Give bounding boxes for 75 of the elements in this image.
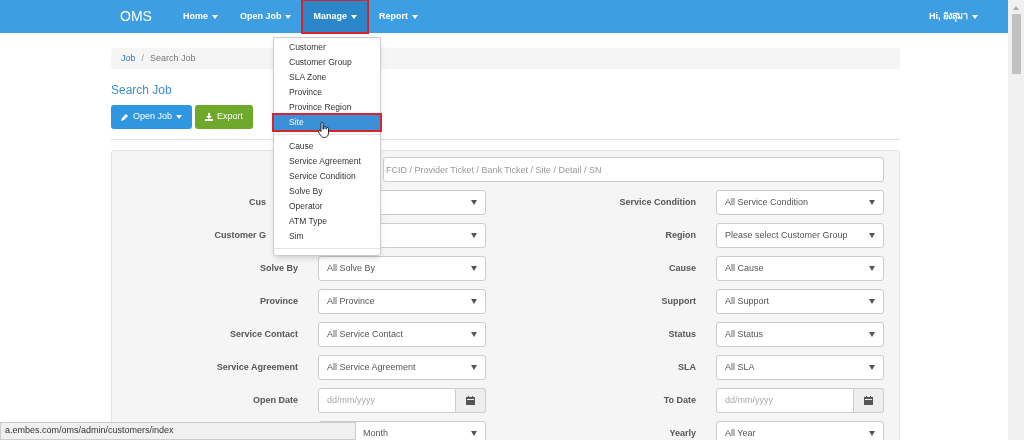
- menu-item[interactable]: Province: [274, 85, 380, 100]
- field-label: Service Agreement: [216, 360, 298, 374]
- date-field[interactable]: dd/mm/yyyy: [716, 388, 854, 413]
- field-label: Status: [668, 327, 696, 341]
- dropdown-arrow-icon: [869, 332, 875, 337]
- dropdown-arrow-icon: [471, 332, 477, 337]
- menu-item[interactable]: Sim: [274, 229, 380, 244]
- dropdown-arrow-icon: [869, 233, 875, 238]
- select-field[interactable]: All Solve By: [318, 256, 486, 281]
- menu-item[interactable]: Service Agreement: [274, 154, 380, 169]
- breadcrumb-separator: /: [141, 51, 145, 65]
- caret-icon: [411, 14, 418, 19]
- download-icon: [205, 113, 214, 121]
- field-label: Solve By: [259, 261, 298, 275]
- calendar-button[interactable]: [854, 388, 884, 413]
- menu-item[interactable]: Customer Group: [274, 55, 380, 70]
- field-label: Customer G: [214, 228, 266, 242]
- select-field[interactable]: All Cause: [716, 256, 884, 281]
- menu-item[interactable]: Customer: [274, 40, 380, 55]
- menu-item[interactable]: ATM Type: [274, 214, 380, 229]
- field-label: Service Condition: [619, 195, 696, 209]
- dropdown-arrow-icon: [869, 365, 875, 370]
- dropdown-arrow-icon: [471, 266, 477, 271]
- caret-icon: [350, 14, 357, 19]
- menu-item[interactable]: Service Condition: [274, 169, 380, 184]
- select-field[interactable]: All Support: [716, 289, 884, 314]
- field-label: Open Date: [253, 393, 298, 407]
- dropdown-arrow-icon: [471, 431, 477, 436]
- dropdown-arrow-icon: [869, 200, 875, 205]
- pencil-icon: [121, 113, 129, 121]
- field-label: Region: [665, 228, 696, 242]
- caret-icon: [285, 14, 292, 19]
- menu-item[interactable]: Solve By: [274, 184, 380, 199]
- menu-item[interactable]: Province Region: [274, 100, 380, 115]
- field-label: Cause: [669, 261, 696, 275]
- select-field[interactable]: All Service Agreement: [318, 355, 486, 380]
- page-title: Search Job: [111, 82, 172, 99]
- dropdown-arrow-icon: [869, 299, 875, 304]
- field-label: Province: [259, 294, 298, 308]
- select-field[interactable]: Please select Customer Group: [716, 223, 884, 248]
- field-label: To Date: [663, 393, 696, 407]
- dropdown-arrow-icon: [471, 200, 477, 205]
- calendar-icon: [466, 396, 475, 405]
- dropdown-arrow-icon: [869, 266, 875, 271]
- caret-icon: [972, 14, 978, 19]
- search-field[interactable]: FCID / Provider Ticket / Bank Ticket / Site / Detail / SN: [383, 157, 884, 182]
- select-field[interactable]: All Province: [318, 289, 486, 314]
- dropdown-arrow-icon: [471, 233, 477, 238]
- field-label: Support: [661, 294, 696, 308]
- field-label: Yearly: [669, 426, 696, 440]
- date-field[interactable]: dd/mm/yyyy: [318, 388, 456, 413]
- breadcrumb-link[interactable]: Job: [121, 51, 136, 66]
- field-label: SLA: [678, 360, 696, 374]
- field-label: Cus: [249, 195, 266, 209]
- field-label: Service Contact: [229, 327, 298, 341]
- menu-item[interactable]: Operator: [274, 199, 380, 214]
- scroll-up-icon: [1013, 6, 1019, 10]
- hand-cursor-icon: [318, 122, 330, 138]
- calendar-button[interactable]: [456, 388, 486, 413]
- calendar-icon: [864, 396, 873, 405]
- select-field[interactable]: All Service Contact: [318, 322, 486, 347]
- menu-item[interactable]: Cause: [274, 139, 380, 154]
- select-field[interactable]: All Year: [716, 421, 884, 440]
- url-status-tooltip: a.embes.com/oms/admin/customers/index: [0, 422, 356, 440]
- nav-menu[interactable]: Manage: [302, 0, 368, 33]
- dropdown-arrow-icon: [471, 299, 477, 304]
- menu-item[interactable]: SLA Zone: [274, 70, 380, 85]
- caret-icon: [211, 14, 218, 19]
- select-field[interactable]: All Service Condition: [716, 190, 884, 215]
- dropdown-arrow-icon: [471, 365, 477, 370]
- breadcrumb-current: Search Job: [150, 51, 196, 65]
- scroll-thumb[interactable]: [1011, 14, 1021, 74]
- select-field[interactable]: All SLA: [716, 355, 884, 380]
- select-field[interactable]: All Status: [716, 322, 884, 347]
- dropdown-arrow-icon: [869, 431, 875, 436]
